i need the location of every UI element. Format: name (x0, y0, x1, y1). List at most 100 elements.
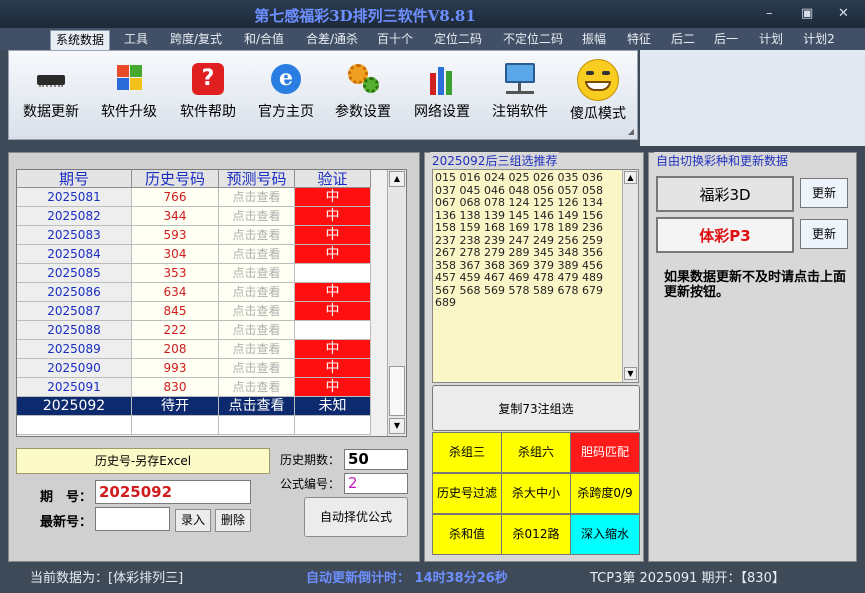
logout-button[interactable]: 注销软件 (489, 61, 551, 121)
official-site-button[interactable]: e 官方主页 (255, 61, 317, 121)
copy-combos-button[interactable]: 复制73注组选 (432, 385, 640, 431)
p3-update-button[interactable]: 更新 (800, 219, 848, 249)
kill-size-button[interactable]: 杀大中小 (501, 473, 571, 514)
predict-cell[interactable]: 点击查看 (219, 245, 295, 264)
tab-amplitude[interactable]: 振幅 (576, 30, 612, 50)
fc3d-button[interactable]: 福彩3D (656, 176, 794, 212)
export-excel-button[interactable]: 历史号-另存Excel (16, 448, 270, 474)
table-row[interactable]: 2025084 304 点击查看中 (17, 245, 388, 264)
grid-scrollbar[interactable]: ▲ ▼ (387, 170, 406, 436)
tab-feature[interactable]: 特征 (620, 30, 658, 50)
maximize-button[interactable]: ▣ (801, 6, 813, 21)
history-cell: 634 (132, 283, 219, 302)
period-cell: 2025083 (17, 226, 132, 245)
predict-cell[interactable]: 点击查看 (219, 397, 295, 416)
newest-input[interactable] (95, 507, 170, 531)
data-update-button[interactable]: 数据更新 (19, 61, 83, 121)
kill-012-button[interactable]: 杀012路 (501, 514, 571, 555)
tab-plan-2[interactable]: 计划2 (797, 30, 841, 50)
delete-button[interactable]: 删除 (215, 509, 251, 532)
software-help-button[interactable]: ? 软件帮助 (177, 61, 239, 121)
tab-system-data[interactable]: 系统数据 (50, 30, 110, 50)
header-period[interactable]: 期号 (17, 170, 132, 188)
predict-cell[interactable]: 点击查看 (219, 283, 295, 302)
ie-icon: e (268, 61, 304, 97)
predict-cell[interactable]: 点击查看 (219, 226, 295, 245)
recommend-numbers: 015 016 024 025 026 035 036 037 045 046 … (435, 171, 603, 309)
fc3d-update-button[interactable]: 更新 (800, 178, 848, 208)
tab-position-digits[interactable]: 百十个 (371, 30, 419, 50)
tab-plan[interactable]: 计划 (752, 30, 790, 50)
predict-cell[interactable]: 点击查看 (219, 321, 295, 340)
verify-cell: 中 (295, 302, 371, 321)
close-button[interactable]: ✕ (838, 6, 849, 21)
auto-formula-button[interactable]: 自动择优公式 (304, 497, 408, 537)
scroll-down-arrow[interactable]: ▼ (389, 418, 405, 434)
table-row[interactable]: 2025083 593 点击查看中 (17, 226, 388, 245)
recommend-title: 2025092后三组选推荐 (430, 152, 560, 169)
header-verify[interactable]: 验证 (295, 170, 371, 188)
current-data-text: 当前数据为：[体彩排列三] (30, 571, 184, 586)
predict-cell[interactable]: 点击查看 (219, 359, 295, 378)
tab-last-one[interactable]: 后一 (707, 30, 745, 50)
period-input[interactable]: 2025092 (95, 480, 251, 504)
smiley-icon (577, 59, 619, 101)
ie-glyph: e (271, 64, 301, 94)
table-row[interactable]: 2025092 待开 点击查看 未知 (17, 397, 388, 416)
table-row[interactable]: 2025087 845 点击查看中 (17, 302, 388, 321)
tab-span[interactable]: 跨度/复式 (162, 30, 230, 50)
tab-tools[interactable]: 工具 (117, 30, 155, 50)
predict-cell[interactable]: 点击查看 (219, 264, 295, 283)
history-cell: 208 (132, 340, 219, 359)
table-row[interactable]: 2025089 208 点击查看中 (17, 340, 388, 359)
network-settings-button[interactable]: 网络设置 (411, 61, 473, 121)
history-cell: 993 (132, 359, 219, 378)
numbers-scroll-down[interactable]: ▼ (624, 367, 637, 380)
table-row[interactable]: 2025086 634 点击查看中 (17, 283, 388, 302)
history-cell: 353 (132, 264, 219, 283)
software-upgrade-button[interactable]: 软件升级 (99, 61, 159, 121)
numbers-scrollbar[interactable]: ▲ ▼ (622, 170, 638, 382)
predict-cell[interactable]: 点击查看 (219, 207, 295, 226)
header-predict[interactable]: 预测号码 (219, 170, 295, 188)
predict-cell[interactable]: 点击查看 (219, 302, 295, 321)
table-row[interactable]: 2025082 344 点击查看中 (17, 207, 388, 226)
table-row[interactable]: 2025085 353 点击查看 (17, 264, 388, 283)
deep-shrink-button[interactable]: 深入缩水 (570, 514, 640, 555)
recommend-numbers-box[interactable]: 015 016 024 025 026 035 036 037 045 046 … (432, 169, 639, 383)
table-row[interactable]: 2025091 830 点击查看中 (17, 378, 388, 397)
numbers-scroll-up[interactable]: ▲ (624, 171, 637, 184)
tab-sum[interactable]: 和/合值 (236, 30, 292, 50)
formula-input[interactable]: 2 (344, 473, 408, 494)
tab-diff-kill[interactable]: 合差/通杀 (298, 30, 366, 50)
network-settings-label: 网络设置 (414, 104, 470, 120)
tab-unfixed-two[interactable]: 不定位二码 (496, 30, 570, 50)
predict-cell[interactable]: 点击查看 (219, 340, 295, 359)
p3-button[interactable]: 体彩P3 (656, 217, 794, 253)
scroll-thumb[interactable] (389, 366, 405, 416)
title-bar: 第七感福彩3D排列三软件V8.81 – ▣ ✕ (0, 0, 865, 28)
bold-match-button[interactable]: 胆码匹配 (570, 432, 640, 473)
history-cell: 845 (132, 302, 219, 321)
predict-cell[interactable]: 点击查看 (219, 188, 295, 207)
kill-group3-button[interactable]: 杀组三 (432, 432, 502, 473)
history-grid: 期号 历史号码 预测号码 验证 2025081 766 点击查看中 2025082 34… (16, 169, 407, 437)
tab-last-two[interactable]: 后二 (664, 30, 702, 50)
scroll-up-arrow[interactable]: ▲ (389, 171, 405, 187)
table-row[interactable]: 2025090 993 点击查看中 (17, 359, 388, 378)
header-history[interactable]: 历史号码 (132, 170, 219, 188)
kill-span-button[interactable]: 杀跨度0/9 (570, 473, 640, 514)
history-count-input[interactable]: 50 (344, 449, 408, 470)
history-filter-button[interactable]: 历史号过滤 (432, 473, 502, 514)
history-cell: 766 (132, 188, 219, 207)
predict-cell[interactable]: 点击查看 (219, 378, 295, 397)
kill-group6-button[interactable]: 杀组六 (501, 432, 571, 473)
tab-fixed-two[interactable]: 定位二码 (426, 30, 490, 50)
table-row[interactable]: 2025088 222 点击查看 (17, 321, 388, 340)
settings-button[interactable]: 参数设置 (333, 61, 393, 121)
enter-button[interactable]: 录入 (175, 509, 211, 532)
kill-sum-button[interactable]: 杀和值 (432, 514, 502, 555)
table-row[interactable]: 2025081 766 点击查看中 (17, 188, 388, 207)
minimize-button[interactable]: – (766, 6, 773, 21)
simple-mode-button[interactable]: 傻瓜模式 (565, 59, 631, 123)
